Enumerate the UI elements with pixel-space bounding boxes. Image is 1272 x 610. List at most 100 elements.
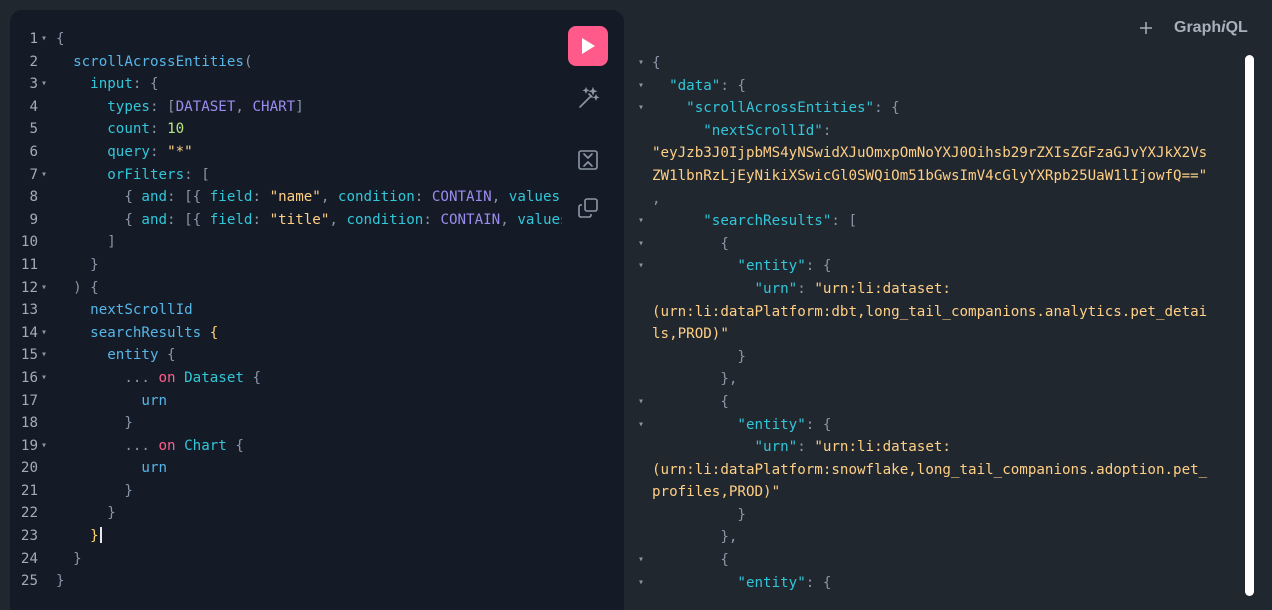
line-number: 8 [29,189,38,206]
code-token: CHART [252,98,296,115]
merge-fragments-button[interactable] [574,146,602,174]
line-number: 4 [29,98,38,115]
fold-chevron-icon[interactable]: ▾ [41,164,47,187]
code-text: "urn": "urn:li:dataset: [652,436,951,459]
code-text: entity { [56,344,176,367]
code-text: "scrollAcrossEntities": { [652,97,900,120]
code-text: "entity": { [652,255,831,278]
code-token: "nextScrollId" [703,122,823,139]
code-token: urn [141,392,168,409]
code-token: and [141,211,168,228]
code-token: { [652,235,729,252]
copy-button[interactable] [574,194,602,222]
code-token: : [{ [167,211,210,228]
code-text: }, [652,526,737,549]
response-line: ▾ "entity": { [632,572,1240,595]
add-tab-button[interactable] [1134,16,1158,40]
code-token: (urn:li:dataPlatform:snowflake,long_tail… [652,461,1208,478]
prettify-button[interactable] [574,84,602,112]
code-text: "entity": { [652,414,831,437]
fold-chevron-icon[interactable]: ▾ [638,255,644,278]
copy-icon [578,198,598,218]
query-editor-panel[interactable]: 1 ▾{2 scrollAcrossEntities(3 ▾ input: {4 t… [10,10,624,610]
code-text: , [652,188,661,211]
code-token: input [90,76,133,93]
line-number: 14 [20,324,38,341]
editor-line: 19 ▾ ... on Chart { [10,435,562,458]
fold-chevron-icon[interactable]: ▾ [638,572,644,595]
code-token: query [107,143,150,160]
code-token: values [508,189,561,206]
run-button[interactable] [568,26,608,66]
line-number: 1 [29,31,38,47]
code-token: { [56,211,142,228]
editor-line: 25} [10,570,562,593]
response-line: "eyJzb3J0IjpbMS4yNSwidXJuOmxpOmNoYXJ0Oih… [632,142,1240,165]
response-line: ls,PROD)" [632,323,1240,346]
fold-chevron-icon[interactable]: ▾ [638,97,644,120]
response-viewer[interactable]: ▾ { ▾ "data": { ▾ "scrollAcrossEntities": {… [632,52,1240,596]
fold-chevron-icon[interactable]: ▾ [41,28,47,51]
code-token: } [56,256,99,273]
fold-chevron-icon[interactable]: ▾ [638,391,644,414]
editor-line: 5 count: 10 [10,118,562,141]
response-line: ▾ { [632,233,1240,256]
line-number: 2 [29,53,38,70]
code-text: profiles,PROD)" [652,481,780,504]
line-number: 12 [20,279,38,296]
fold-chevron-icon[interactable]: ▾ [41,322,47,345]
code-token: : [252,189,270,206]
code-token: "searchResults" [703,213,832,230]
code-token: Dataset [184,369,244,386]
code-token: } [652,506,746,523]
fold-chevron-icon[interactable]: ▾ [638,75,644,98]
code-token: { [226,437,244,454]
code-token: condition [346,211,424,228]
code-token: on [158,369,176,386]
code-token: ( [243,53,253,70]
fold-chevron-icon[interactable]: ▾ [41,435,47,458]
editor-line: 20 urn [10,457,562,480]
merge-fragments-icon [578,150,598,170]
code-token: : [ [831,213,857,230]
line-number: 24 [20,550,38,567]
fold-chevron-icon[interactable]: ▾ [41,73,47,96]
code-text: } [56,570,65,593]
fold-chevron-icon[interactable]: ▾ [41,277,47,300]
play-icon [582,38,595,54]
code-token: condition [337,189,415,206]
query-editor[interactable]: 1 ▾{2 scrollAcrossEntities(3 ▾ input: {4 t… [10,28,562,593]
code-text: scrollAcrossEntities( [56,51,252,74]
code-token: "name" [269,189,321,206]
code-token: { [158,347,176,364]
code-text: } [652,504,746,527]
code-token: entity [107,347,159,364]
code-text: { [652,549,729,572]
fold-chevron-icon[interactable]: ▾ [638,414,644,437]
code-token: ... [56,437,159,454]
editor-line: 21 } [10,480,562,503]
line-number: 21 [20,482,38,499]
code-token: "urn" [754,280,798,297]
code-text: "data": { [652,75,746,98]
code-token: ZW1lbnRzLjEyNikiXSwicGl0SWQiOm51bGwsImV4… [652,167,1208,184]
fold-chevron-icon[interactable]: ▾ [41,367,47,390]
line-number: 19 [20,437,38,454]
response-scrollbar-thumb[interactable] [1245,55,1254,596]
fold-chevron-icon[interactable]: ▾ [638,52,644,75]
code-text: nextScrollId [56,299,193,322]
fold-chevron-icon[interactable]: ▾ [638,210,644,233]
fold-chevron-icon[interactable]: ▾ [41,344,47,367]
code-token: : [149,143,168,160]
code-token: : { [874,100,900,117]
fold-chevron-icon[interactable]: ▾ [638,549,644,572]
fold-chevron-icon[interactable]: ▾ [638,233,644,256]
